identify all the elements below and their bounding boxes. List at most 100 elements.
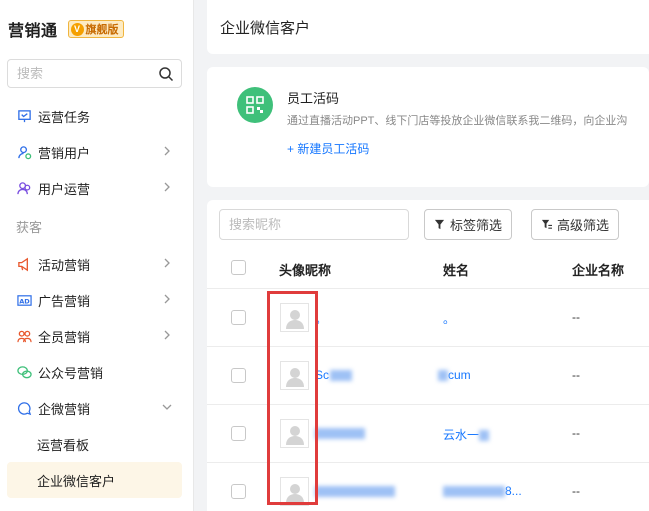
tag-filter-label: 标签筛选	[450, 218, 503, 233]
wechat-icon	[16, 364, 32, 380]
avatar	[280, 419, 309, 448]
select-all-checkbox[interactable]	[231, 260, 246, 275]
chevron-right-icon	[164, 294, 170, 304]
crown-icon: V	[70, 22, 84, 36]
staff-marketing-icon	[16, 328, 32, 344]
avatar	[280, 477, 309, 506]
sidebar-item-event-marketing[interactable]: 活动营销	[0, 246, 193, 282]
advanced-filter-button[interactable]: 高级筛选	[531, 209, 620, 240]
edition-badge-label: 旗舰版	[85, 24, 119, 36]
sidebar-item-ad-marketing[interactable]: AD 广告营销	[0, 282, 193, 318]
redacted-text	[315, 486, 395, 498]
sidebar-search-input[interactable]	[17, 66, 157, 81]
sidebar-item-marketing-users[interactable]: 营销用户	[0, 134, 193, 170]
chevron-right-icon	[164, 146, 170, 156]
wecom-chat-icon	[16, 400, 32, 416]
sidebar-item-label: 企微营销	[38, 401, 91, 417]
row-company: --	[572, 426, 580, 440]
sidebar-item-ops-task[interactable]: 运营任务	[0, 98, 193, 134]
row-name[interactable]: 云水一	[443, 426, 490, 443]
row-name-text: 8...	[505, 484, 522, 498]
search-icon[interactable]	[158, 66, 174, 82]
advanced-filter-label: 高级筛选	[557, 218, 610, 233]
row-nickname[interactable]: 。	[315, 310, 327, 327]
chevron-right-icon	[164, 182, 170, 192]
default-avatar-icon	[285, 425, 304, 445]
sidebar-item-staff-marketing[interactable]: 全员营销	[0, 318, 193, 354]
sidebar-search[interactable]	[7, 59, 182, 88]
row-checkbox[interactable]	[231, 310, 246, 325]
row-name[interactable]: cum	[438, 368, 471, 382]
sidebar-item-label: 活动营销	[38, 257, 91, 273]
task-flag-icon	[16, 108, 32, 124]
edition-badge: V 旗舰版	[67, 20, 124, 38]
row-nickname-text: Sc	[315, 368, 330, 382]
avatar	[280, 361, 309, 390]
sidebar-subitem-wecom-customers[interactable]: 企业微信客户	[7, 462, 182, 498]
row-name[interactable]: 8...	[443, 484, 522, 498]
column-company: 企业名称	[572, 263, 625, 278]
promo-description: 通过直播活动PPT、线下门店等投放企业微信联系我二维码，向企业沟	[287, 115, 628, 127]
staff-qrcode-card: 员工活码 通过直播活动PPT、线下门店等投放企业微信联系我二维码，向企业沟 + …	[207, 67, 649, 187]
chevron-right-icon	[164, 330, 170, 340]
customer-table-card: 标签筛选 高级筛选 头像昵称 姓名 企业名称 。 。 -- Sc cum -- …	[207, 200, 649, 511]
sidebar: 营销通 V 旗舰版 运营任务 营销用户	[0, 0, 194, 511]
sidebar-item-label: 广告营销	[38, 293, 91, 309]
table-row: 8... --	[207, 463, 649, 511]
sidebar-item-label: 公众号营销	[38, 365, 104, 381]
sidebar-item-wecom-marketing[interactable]: 企微营销	[0, 390, 193, 426]
default-avatar-icon	[285, 367, 304, 387]
sidebar-item-official-account[interactable]: 公众号营销	[0, 354, 193, 390]
tag-filter-button[interactable]: 标签筛选	[424, 209, 513, 240]
sidebar-item-user-ops[interactable]: 用户运营	[0, 170, 193, 206]
row-checkbox[interactable]	[231, 484, 246, 499]
default-avatar-icon	[285, 483, 304, 503]
sidebar-item-label: 全员营销	[38, 329, 91, 345]
row-company: --	[572, 310, 580, 324]
row-company: --	[572, 368, 580, 382]
row-nickname[interactable]	[315, 426, 365, 440]
megaphone-icon	[16, 256, 32, 272]
advanced-filter-icon	[541, 219, 552, 229]
brand-title: 营销通	[8, 23, 58, 40]
avatar	[280, 303, 309, 332]
table-row: Sc cum --	[207, 347, 649, 405]
row-checkbox[interactable]	[231, 426, 246, 441]
page-header: 企业微信客户	[207, 0, 649, 54]
row-nickname[interactable]: Sc	[315, 368, 353, 382]
row-name-text: 云水一	[443, 428, 480, 442]
new-staff-qrcode-link[interactable]: + 新建员工活码	[287, 140, 369, 157]
redacted-text	[438, 370, 448, 382]
filter-icon	[434, 219, 445, 230]
column-name: 姓名	[443, 263, 470, 278]
redacted-text	[479, 430, 490, 442]
chevron-down-icon	[162, 404, 172, 410]
sidebar-item-label: 运营任务	[38, 109, 91, 125]
sidebar-item-label: 营销用户	[38, 145, 91, 161]
default-avatar-icon	[285, 309, 304, 329]
user-ops-icon	[16, 180, 32, 196]
chevron-right-icon	[164, 258, 170, 268]
row-nickname[interactable]	[315, 484, 395, 498]
row-name-text: cum	[448, 368, 471, 382]
row-company: --	[572, 484, 580, 498]
table-header: 头像昵称 姓名 企业名称	[207, 247, 649, 289]
row-name[interactable]: 。	[443, 310, 455, 327]
redacted-text	[443, 486, 505, 498]
table-row: 云水一 --	[207, 405, 649, 463]
sidebar-menu: 运营任务 营销用户 用户运营 获客 活动营销 AD 广告营销 全员营销 公众号营…	[0, 98, 193, 498]
promo-title: 员工活码	[287, 91, 340, 106]
column-avatar-nickname: 头像昵称	[279, 263, 332, 278]
row-checkbox[interactable]	[231, 368, 246, 383]
sidebar-item-label: 用户运营	[38, 181, 91, 197]
redacted-text	[330, 370, 353, 382]
nickname-search-input[interactable]	[219, 209, 409, 240]
page-title: 企业微信客户	[220, 19, 311, 37]
table-row: 。 。 --	[207, 289, 649, 347]
svg-text:AD: AD	[19, 297, 30, 305]
marketing-user-icon	[16, 144, 32, 160]
redacted-text	[315, 428, 365, 440]
brand: 营销通 V 旗舰版	[0, 0, 193, 58]
sidebar-subitem-ops-dashboard[interactable]: 运营看板	[0, 426, 193, 462]
ad-icon: AD	[16, 292, 32, 308]
